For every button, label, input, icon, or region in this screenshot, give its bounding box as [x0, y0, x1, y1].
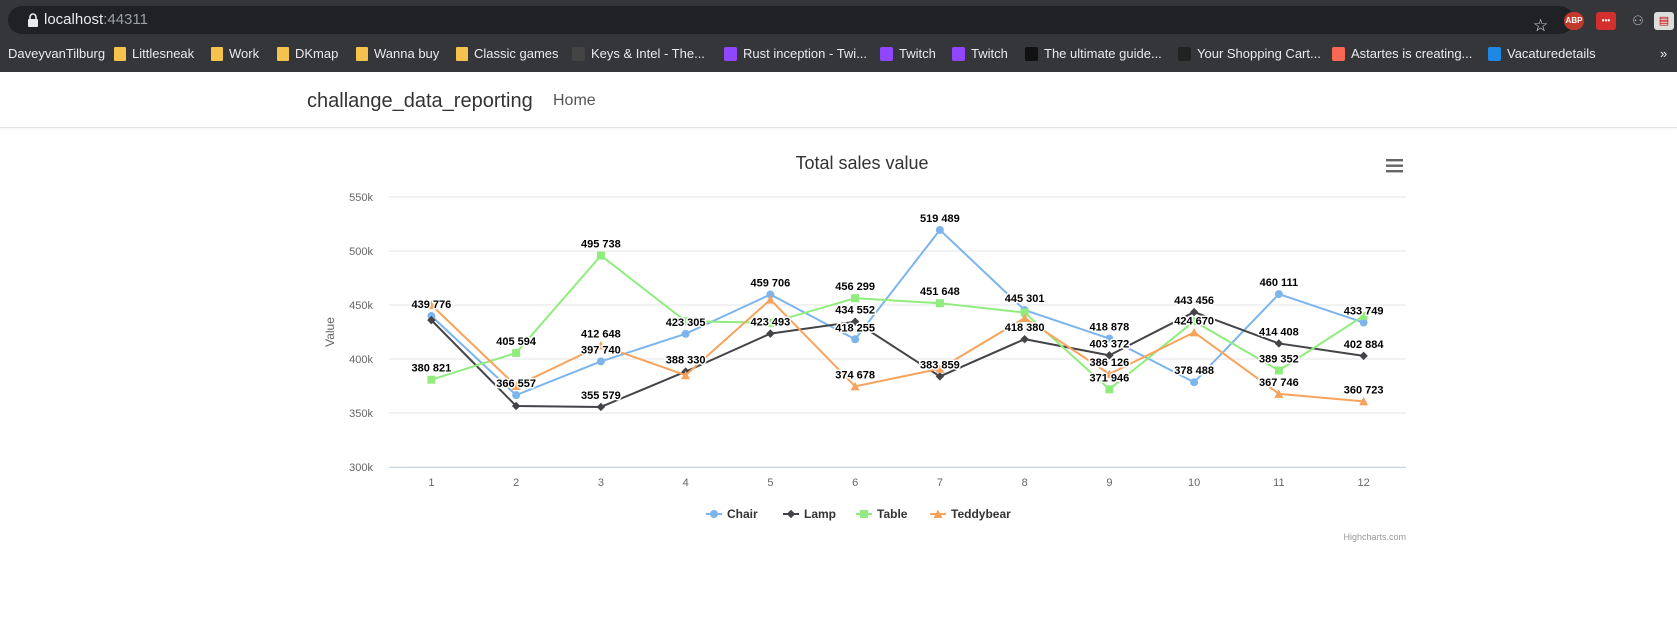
y-tick-label: 300k — [349, 462, 373, 474]
data-label: 495 738 — [581, 239, 621, 251]
legend-label: Lamp — [804, 507, 836, 521]
grid-lines — [389, 196, 1406, 468]
data-point[interactable] — [1274, 290, 1283, 299]
data-label: 389 352 — [1259, 353, 1299, 365]
x-tick-label: 10 — [1188, 477, 1200, 489]
data-label: 423 493 — [750, 317, 790, 329]
data-point[interactable] — [1105, 385, 1114, 394]
series-table — [427, 251, 1368, 394]
data-label: 402 884 — [1344, 339, 1385, 351]
x-tick-label: 7 — [937, 477, 943, 489]
x-tick-label: 3 — [598, 477, 604, 489]
legend-symbol[interactable] — [860, 510, 868, 518]
legend-label: Teddybear — [951, 507, 1011, 521]
data-label: 383 859 — [920, 359, 960, 371]
data-point[interactable] — [851, 335, 860, 344]
data-label: 519 489 — [920, 213, 960, 225]
data-point[interactable] — [851, 294, 860, 303]
series-teddybear — [426, 295, 1369, 406]
data-point[interactable] — [596, 357, 605, 366]
data-point[interactable] — [596, 402, 606, 412]
data-labels: 439 776 366 557 397 740 423 305 459 706 418 2… — [410, 211, 1386, 403]
data-label: 388 330 — [666, 355, 706, 367]
data-label: 460 111 — [1260, 277, 1299, 289]
y-axis-title: Value — [323, 317, 337, 347]
data-label: 459 706 — [750, 278, 790, 290]
chart-title: Total sales value — [795, 153, 928, 173]
legend: Chair Lamp Table Teddybear — [706, 507, 1011, 521]
data-point[interactable] — [935, 299, 944, 308]
data-label: 380 821 — [411, 363, 451, 375]
y-tick-label: 400k — [349, 354, 373, 366]
x-tick-label: 5 — [767, 477, 773, 489]
legend-item-table[interactable]: Table — [856, 507, 908, 521]
data-label: 414 408 — [1259, 326, 1299, 338]
y-tick-label: 550k — [349, 192, 373, 204]
data-label: 439 776 — [411, 299, 451, 311]
data-label: 434 552 — [835, 305, 875, 317]
data-point[interactable] — [1274, 339, 1284, 348]
y-tick-label: 350k — [349, 408, 373, 420]
data-point[interactable] — [512, 348, 521, 357]
data-label: 378 488 — [1174, 365, 1214, 377]
data-label: 445 301 — [1005, 293, 1045, 305]
y-tick-label: 500k — [349, 246, 373, 258]
y-tick-label: 450k — [349, 300, 373, 312]
data-label: 397 740 — [581, 344, 621, 356]
legend-item-chair[interactable]: Chair — [706, 507, 758, 521]
legend-label: Chair — [727, 507, 758, 521]
data-label: 418 878 — [1089, 322, 1129, 334]
data-label: 424 670 — [1174, 315, 1214, 327]
data-point[interactable] — [766, 329, 775, 338]
data-point[interactable] — [596, 251, 605, 260]
data-label: 451 648 — [920, 286, 960, 298]
data-point[interactable] — [681, 329, 690, 338]
legend-item-teddybear[interactable]: Teddybear — [930, 507, 1011, 521]
data-point[interactable] — [1020, 334, 1029, 344]
data-point[interactable] — [427, 375, 436, 384]
x-tick-label: 2 — [513, 477, 519, 489]
data-label: 418 255 — [835, 322, 875, 334]
data-label: 371 946 — [1089, 372, 1129, 384]
series-layer — [426, 225, 1369, 412]
data-label: 456 299 — [835, 281, 875, 293]
x-tick-label: 9 — [1106, 477, 1112, 489]
data-label: 423 305 — [666, 317, 706, 329]
data-label: 433 749 — [1344, 306, 1384, 318]
chart-credits[interactable]: Highcharts.com — [1343, 532, 1406, 542]
series-line[interactable] — [430, 228, 1364, 397]
legend-item-lamp[interactable]: Lamp — [783, 507, 836, 521]
data-label: 367 746 — [1259, 377, 1299, 389]
sales-chart: 300k350k400k450k500k550k1 2 3 4 5 6 7 8 9 10 11 12 … — [323, 153, 1406, 542]
legend-symbol[interactable] — [786, 509, 796, 519]
x-tick-label: 1 — [428, 477, 434, 489]
series-lamp — [427, 307, 1368, 412]
data-point[interactable] — [935, 225, 944, 234]
data-label: 412 648 — [581, 328, 621, 340]
x-tick-label: 12 — [1358, 477, 1370, 489]
x-tick-label: 6 — [852, 477, 858, 489]
legend-label: Table — [877, 507, 908, 521]
x-tick-label: 11 — [1273, 477, 1284, 489]
data-label: 418 380 — [1005, 322, 1045, 334]
x-tick-label: 4 — [683, 477, 689, 489]
data-point[interactable] — [1274, 366, 1283, 375]
legend-symbol[interactable] — [710, 510, 718, 518]
data-label: 443 456 — [1174, 295, 1214, 307]
data-point[interactable] — [1190, 378, 1199, 387]
data-label: 386 126 — [1089, 357, 1129, 369]
data-label: 374 678 — [835, 369, 875, 381]
data-label: 355 579 — [581, 390, 621, 402]
x-tick-label: 8 — [1022, 477, 1028, 489]
data-label: 366 557 — [496, 378, 536, 390]
context-menu-icon[interactable] — [1386, 159, 1403, 173]
data-label: 360 723 — [1344, 384, 1384, 396]
data-label: 403 372 — [1089, 338, 1129, 350]
data-point[interactable] — [1189, 327, 1199, 337]
series-chair — [427, 225, 1368, 400]
data-point[interactable] — [512, 391, 521, 400]
data-label: 405 594 — [496, 336, 537, 348]
